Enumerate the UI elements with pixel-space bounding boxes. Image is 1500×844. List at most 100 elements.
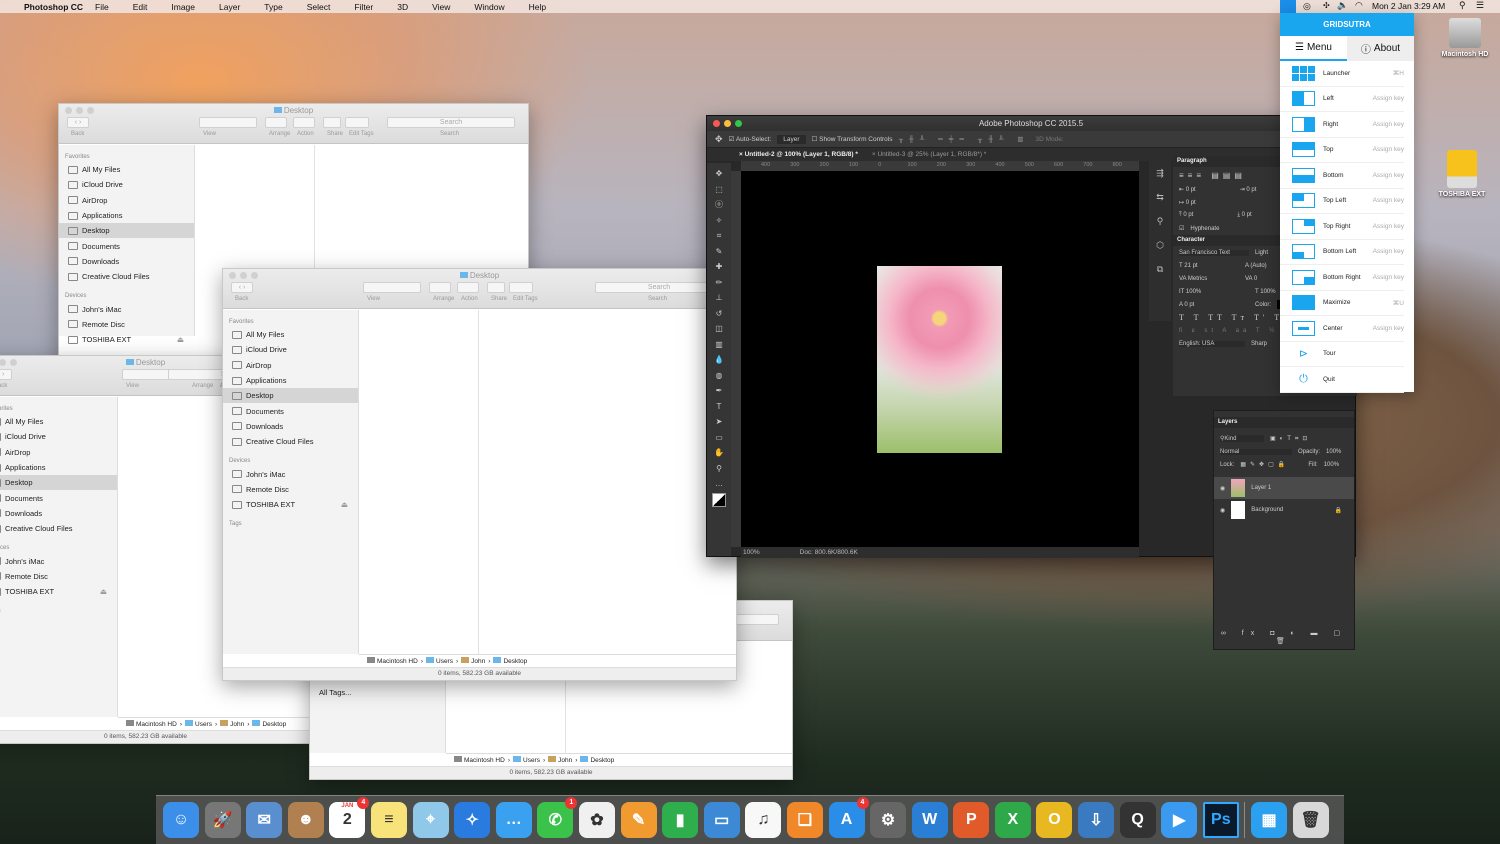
sidebar-item-documents[interactable]: Documents [0, 490, 117, 505]
menu-app-name[interactable]: Photoshop CC [24, 2, 83, 12]
dock-video-player[interactable]: ▶ [1161, 802, 1198, 838]
action-button[interactable] [457, 282, 479, 293]
dock-excel[interactable]: X [994, 802, 1031, 838]
back-forward-buttons[interactable]: ‹ › [67, 117, 89, 128]
tracking-field[interactable]: VA 0 [1245, 276, 1257, 282]
sidebar-item-icloud-drive[interactable]: iCloud Drive [223, 342, 358, 357]
vertical-scale-field[interactable]: IT 100% [1179, 289, 1249, 295]
lock-buttons[interactable]: ▦✎✥▢🔒 [1240, 461, 1302, 468]
action-button[interactable] [293, 117, 315, 128]
move-tool-icon[interactable]: ✥ [715, 134, 723, 145]
gridsutra-item-launcher[interactable]: Launcher ⌘H [1280, 61, 1404, 87]
move-tool-icon[interactable]: ✥ [716, 167, 723, 181]
sidebar-item-downloads[interactable]: Downloads [223, 419, 358, 434]
back-forward-buttons[interactable]: ‹ › [0, 369, 12, 380]
gridsutra-item-right[interactable]: Right Assign key [1280, 112, 1404, 138]
antialias-dropdown[interactable]: Sharp [1251, 341, 1267, 347]
shortcut-label[interactable]: Assign key [1373, 197, 1404, 204]
blur-tool-icon[interactable]: 💧 [714, 353, 724, 367]
eraser-tool-icon[interactable]: ◫ [715, 322, 723, 336]
path-item-john[interactable]: John [461, 657, 485, 665]
arrange-button[interactable] [429, 282, 451, 293]
sidebar-item-airdrop[interactable]: AirDrop [59, 193, 194, 208]
history-brush-tool-icon[interactable]: ↺ [716, 307, 723, 321]
blend-mode-dropdown[interactable]: Normal [1220, 448, 1292, 455]
sidebar-item-remote-disc[interactable]: Remote Disc [223, 482, 358, 497]
dock-trash[interactable]: 🗑 [1292, 802, 1329, 838]
sidebar-item-all-my-files[interactable]: All My Files [0, 414, 117, 429]
gridsutra-item-quit[interactable]: ⏻ Quit [1280, 367, 1404, 393]
sidebar-item-toshiba-ext[interactable]: TOSHIBA EXT ⏏ [59, 332, 194, 347]
menu-view[interactable]: View [432, 2, 450, 12]
path-item-desktop[interactable]: Desktop [252, 720, 286, 728]
font-size-field[interactable]: T 21 pt [1179, 263, 1239, 269]
brush-tool-icon[interactable]: ✏ [716, 276, 723, 290]
fill-field[interactable]: 100% [1324, 462, 1339, 468]
search-input[interactable]: Search [595, 282, 723, 293]
sidebar-item-downloads[interactable]: Downloads [0, 506, 117, 521]
sidebar-item-john-s-imac[interactable]: John's iMac [0, 553, 117, 568]
dock-finder[interactable]: ☺ [163, 802, 199, 838]
auto-select-checkbox[interactable]: ☑ Auto-Select: [729, 135, 772, 143]
horizontal-scale-field[interactable]: T 100% [1255, 289, 1276, 295]
quick-select-tool-icon[interactable]: ✧ [716, 214, 723, 228]
sidebar-item-all-my-files[interactable]: All My Files [59, 162, 194, 177]
rectangle-tool-icon[interactable]: ▭ [715, 431, 723, 445]
dock-photos[interactable]: ✿ [578, 802, 615, 838]
font-style-dropdown[interactable]: Light [1255, 250, 1268, 256]
sidebar-item-applications[interactable]: Applications [223, 373, 358, 388]
menu-filter[interactable]: Filter [354, 2, 373, 12]
shortcut-label[interactable]: Assign key [1373, 223, 1404, 230]
sidebar-item-icloud-drive[interactable]: iCloud Drive [0, 429, 117, 444]
shortcut-label[interactable]: Assign key [1373, 325, 1404, 332]
indent-first-field[interactable]: ↦ 0 pt [1179, 199, 1196, 206]
dock-facetime[interactable]: ✆ 1 [537, 797, 578, 838]
gridsutra-item-bottom-right[interactable]: Bottom Right Assign key [1280, 265, 1404, 291]
zoom-tool-icon[interactable]: ⚲ [716, 462, 722, 476]
gridsutra-item-tour[interactable]: ⊳ Tour [1280, 342, 1404, 367]
eject-icon[interactable]: ⏏ [100, 587, 107, 596]
sidebar-item-john-s-imac[interactable]: John's iMac [223, 466, 358, 481]
sidebar-item-icloud-drive[interactable]: iCloud Drive [59, 177, 194, 192]
menu-file[interactable]: File [95, 2, 109, 12]
share-button[interactable] [487, 282, 505, 293]
eject-icon[interactable]: ⏏ [177, 335, 184, 344]
dock-powerpoint[interactable]: P [953, 802, 990, 838]
notification-center-icon[interactable]: ☰ [1476, 0, 1484, 11]
gridsutra-item-top-left[interactable]: Top Left Assign key [1280, 189, 1404, 214]
zoom-button[interactable] [735, 120, 742, 127]
crop-tool-icon[interactable]: ⌗ [717, 229, 722, 243]
shortcut-label[interactable]: ⌘H [1393, 69, 1404, 77]
sidebar-item-airdrop[interactable]: AirDrop [0, 445, 117, 460]
history-icon[interactable]: ⇶ [1149, 161, 1171, 185]
dock-photoshop[interactable]: Ps [1202, 802, 1239, 838]
menu-layer[interactable]: Layer [219, 2, 240, 12]
gridsutra-item-bottom[interactable]: Bottom Assign key [1280, 163, 1404, 189]
layer-footer-buttons[interactable]: ∞ fx ◘ ◐ ▬ ▢ 🗑 [1214, 629, 1354, 645]
language-dropdown[interactable]: English: USA [1179, 340, 1245, 347]
creative-cloud-icon[interactable]: ◎ [1303, 1, 1311, 12]
layer-row-layer-1[interactable]: ◉ Layer 1 [1214, 477, 1354, 499]
sidebar-item-john-s-imac[interactable]: John's iMac [59, 301, 194, 316]
path-item-macintosh-hd[interactable]: Macintosh HD [454, 756, 505, 764]
wifi-icon[interactable]: ◠ [1355, 0, 1363, 11]
clone-source-icon[interactable]: ⚲ [1149, 209, 1171, 233]
dock-pages[interactable]: ✎ [620, 802, 657, 838]
sidebar-item-creative-cloud-files[interactable]: Creative Cloud Files [59, 269, 194, 284]
gradient-tool-icon[interactable]: ▥ [715, 338, 723, 352]
dock-outlook[interactable]: O [1036, 802, 1073, 838]
menu-help[interactable]: Help [529, 2, 546, 12]
eyedropper-tool-icon[interactable]: ✎ [716, 245, 723, 259]
sidebar-item-documents[interactable]: Documents [223, 403, 358, 418]
sidebar-item-downloads[interactable]: Downloads [59, 254, 194, 269]
dock-notes[interactable]: ≡ [370, 802, 407, 838]
path-item-john[interactable]: John [220, 720, 244, 728]
menu-select[interactable]: Select [307, 2, 331, 12]
layer-filter-dropdown[interactable]: ⚲Kind [1220, 435, 1264, 442]
type-tool-icon[interactable]: T [717, 400, 722, 414]
dock-numbers[interactable]: ▮ [662, 802, 699, 838]
path-item-macintosh-hd[interactable]: Macintosh HD [126, 720, 177, 728]
path-item-users[interactable]: Users [426, 657, 453, 665]
view-buttons[interactable] [363, 282, 421, 293]
share-button[interactable] [323, 117, 341, 128]
